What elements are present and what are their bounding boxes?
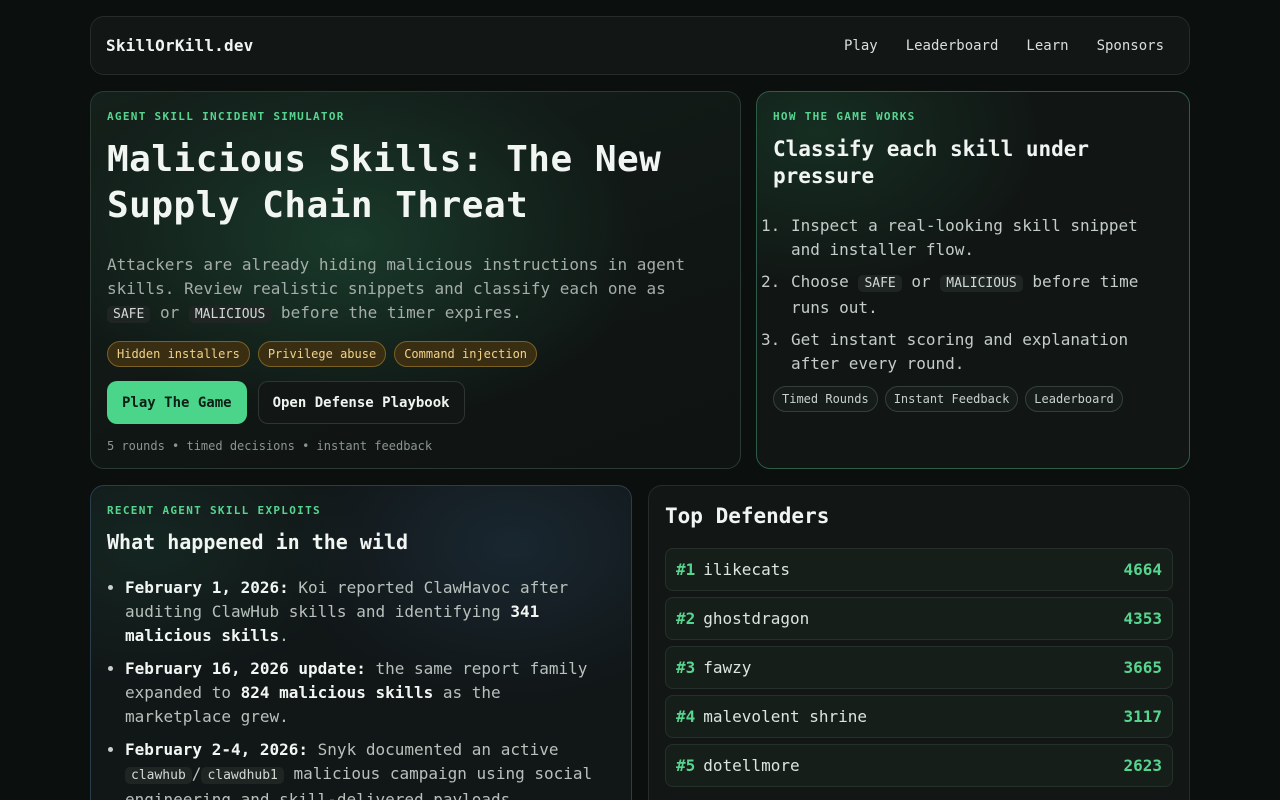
how-title: Classify each skill under pressure <box>773 137 1090 188</box>
tag-privilege-abuse: Privilege abuse <box>257 341 387 367</box>
leaderboard-card: Top Defenders #1 ilikecats 4664 #2 ghostdr… <box>648 485 1190 800</box>
rank: #4 <box>676 707 696 726</box>
nav-link-leaderboard[interactable]: Leaderboard <box>906 38 999 54</box>
score: 4353 <box>1123 609 1162 628</box>
hero-desc-text: Attackers are already hiding malicious i… <box>107 255 685 298</box>
leaderboard-row: #5 dotellmore 2623 <box>665 744 1173 787</box>
safe-code: SAFE <box>858 275 902 292</box>
steps-list: 1. Inspect a real-looking skill snippet a… <box>761 214 1173 376</box>
feature-pills: Timed Rounds Instant Feedback Leaderboar… <box>773 386 1173 412</box>
step-text: Choose SAFE or MALICIOUS before time run… <box>791 272 1139 317</box>
nav-link-play[interactable]: Play <box>844 38 878 54</box>
step-text: Inspect a real-looking skill snippet and… <box>791 216 1138 259</box>
hero-title: Malicious Skills: The New Supply Chain T… <box>107 139 662 226</box>
score: 2623 <box>1123 756 1162 775</box>
play-game-button[interactable]: Play The Game <box>107 381 247 424</box>
nav-link-sponsors[interactable]: Sponsors <box>1097 38 1164 54</box>
score: 3665 <box>1123 658 1162 677</box>
top-nav: SkillOrKill.dev Play Leaderboard Learn S… <box>90 16 1190 75</box>
list-item: February 1, 2026: Koi reported ClawHavoc… <box>125 576 615 648</box>
leaderboard-row: #3 fawzy 3665 <box>665 646 1173 689</box>
player-name: malevolent shrine <box>703 707 868 726</box>
tag-hidden-installers: Hidden installers <box>107 341 250 367</box>
player-name: dotellmore <box>703 756 800 775</box>
player-name: ilikecats <box>703 560 790 579</box>
rank: #3 <box>676 658 696 677</box>
exploits-card: RECENT AGENT SKILL EXPLOITS What happene… <box>90 485 632 800</box>
nav-link-learn[interactable]: Learn <box>1026 38 1068 54</box>
hero-card: AGENT SKILL INCIDENT SIMULATOR Malicious… <box>90 91 741 469</box>
pill-timed-rounds: Timed Rounds <box>773 386 878 412</box>
brand-logo[interactable]: SkillOrKill.dev <box>106 36 254 55</box>
nav-links: Play Leaderboard Learn Sponsors <box>844 38 1164 54</box>
defense-playbook-button[interactable]: Open Defense Playbook <box>257 381 465 424</box>
exploits-title: What happened in the wild <box>107 530 409 554</box>
tag-command-injection: Command injection <box>394 341 538 367</box>
rank: #5 <box>676 756 696 775</box>
rank: #2 <box>676 609 696 628</box>
player-name: fawzy <box>703 658 752 677</box>
step-item: 3. Get instant scoring and explanation af… <box>761 328 1173 376</box>
step-text: Get instant scoring and explanation afte… <box>791 330 1129 373</box>
player-name: ghostdragon <box>703 609 810 628</box>
leaderboard-row: #4 malevolent shrine 3117 <box>665 695 1173 738</box>
how-it-works-card: HOW THE GAME WORKS Classify each skill u… <box>756 91 1190 469</box>
how-eyebrow: HOW THE GAME WORKS <box>773 110 916 123</box>
threat-tags: Hidden installers Privilege abuse Comman… <box>107 341 724 367</box>
pill-leaderboard: Leaderboard <box>1025 386 1123 412</box>
list-item: February 2-4, 2026: Snyk documented an a… <box>125 738 615 800</box>
step-item: 2. Choose SAFE or MALICIOUS before time r… <box>761 270 1173 320</box>
score: 3117 <box>1123 707 1162 726</box>
safe-code: SAFE <box>107 306 151 323</box>
list-item: February 16, 2026 update: the same repor… <box>125 657 615 729</box>
leaderboard-rows: #1 ilikecats 4664 #2 ghostdragon 4353 #3 fa… <box>665 548 1173 787</box>
hero-desc-end: before the timer expires. <box>271 303 522 322</box>
exploits-eyebrow: RECENT AGENT SKILL EXPLOITS <box>107 504 321 517</box>
leaderboard-row: #2 ghostdragon 4353 <box>665 597 1173 640</box>
page: SkillOrKill.dev Play Leaderboard Learn S… <box>0 0 1280 800</box>
hero-description: Attackers are already hiding malicious i… <box>107 253 717 327</box>
rank: #1 <box>676 560 696 579</box>
malicious-code: MALICIOUS <box>188 306 272 323</box>
step-item: 1. Inspect a real-looking skill snippet a… <box>761 214 1173 262</box>
score: 4664 <box>1123 560 1162 579</box>
hero-eyebrow: AGENT SKILL INCIDENT SIMULATOR <box>107 110 345 123</box>
leaderboard-title: Top Defenders <box>665 504 830 528</box>
leaderboard-row: #1 ilikecats 4664 <box>665 548 1173 591</box>
malicious-code: MALICIOUS <box>940 275 1023 292</box>
exploits-list: February 1, 2026: Koi reported ClawHavoc… <box>107 576 615 800</box>
hero-meta: 5 rounds • timed decisions • instant fee… <box>107 439 433 453</box>
hero-desc-or: or <box>150 303 189 322</box>
hero-actions: Play The Game Open Defense Playbook <box>107 381 724 424</box>
pill-instant-feedback: Instant Feedback <box>884 386 1019 412</box>
